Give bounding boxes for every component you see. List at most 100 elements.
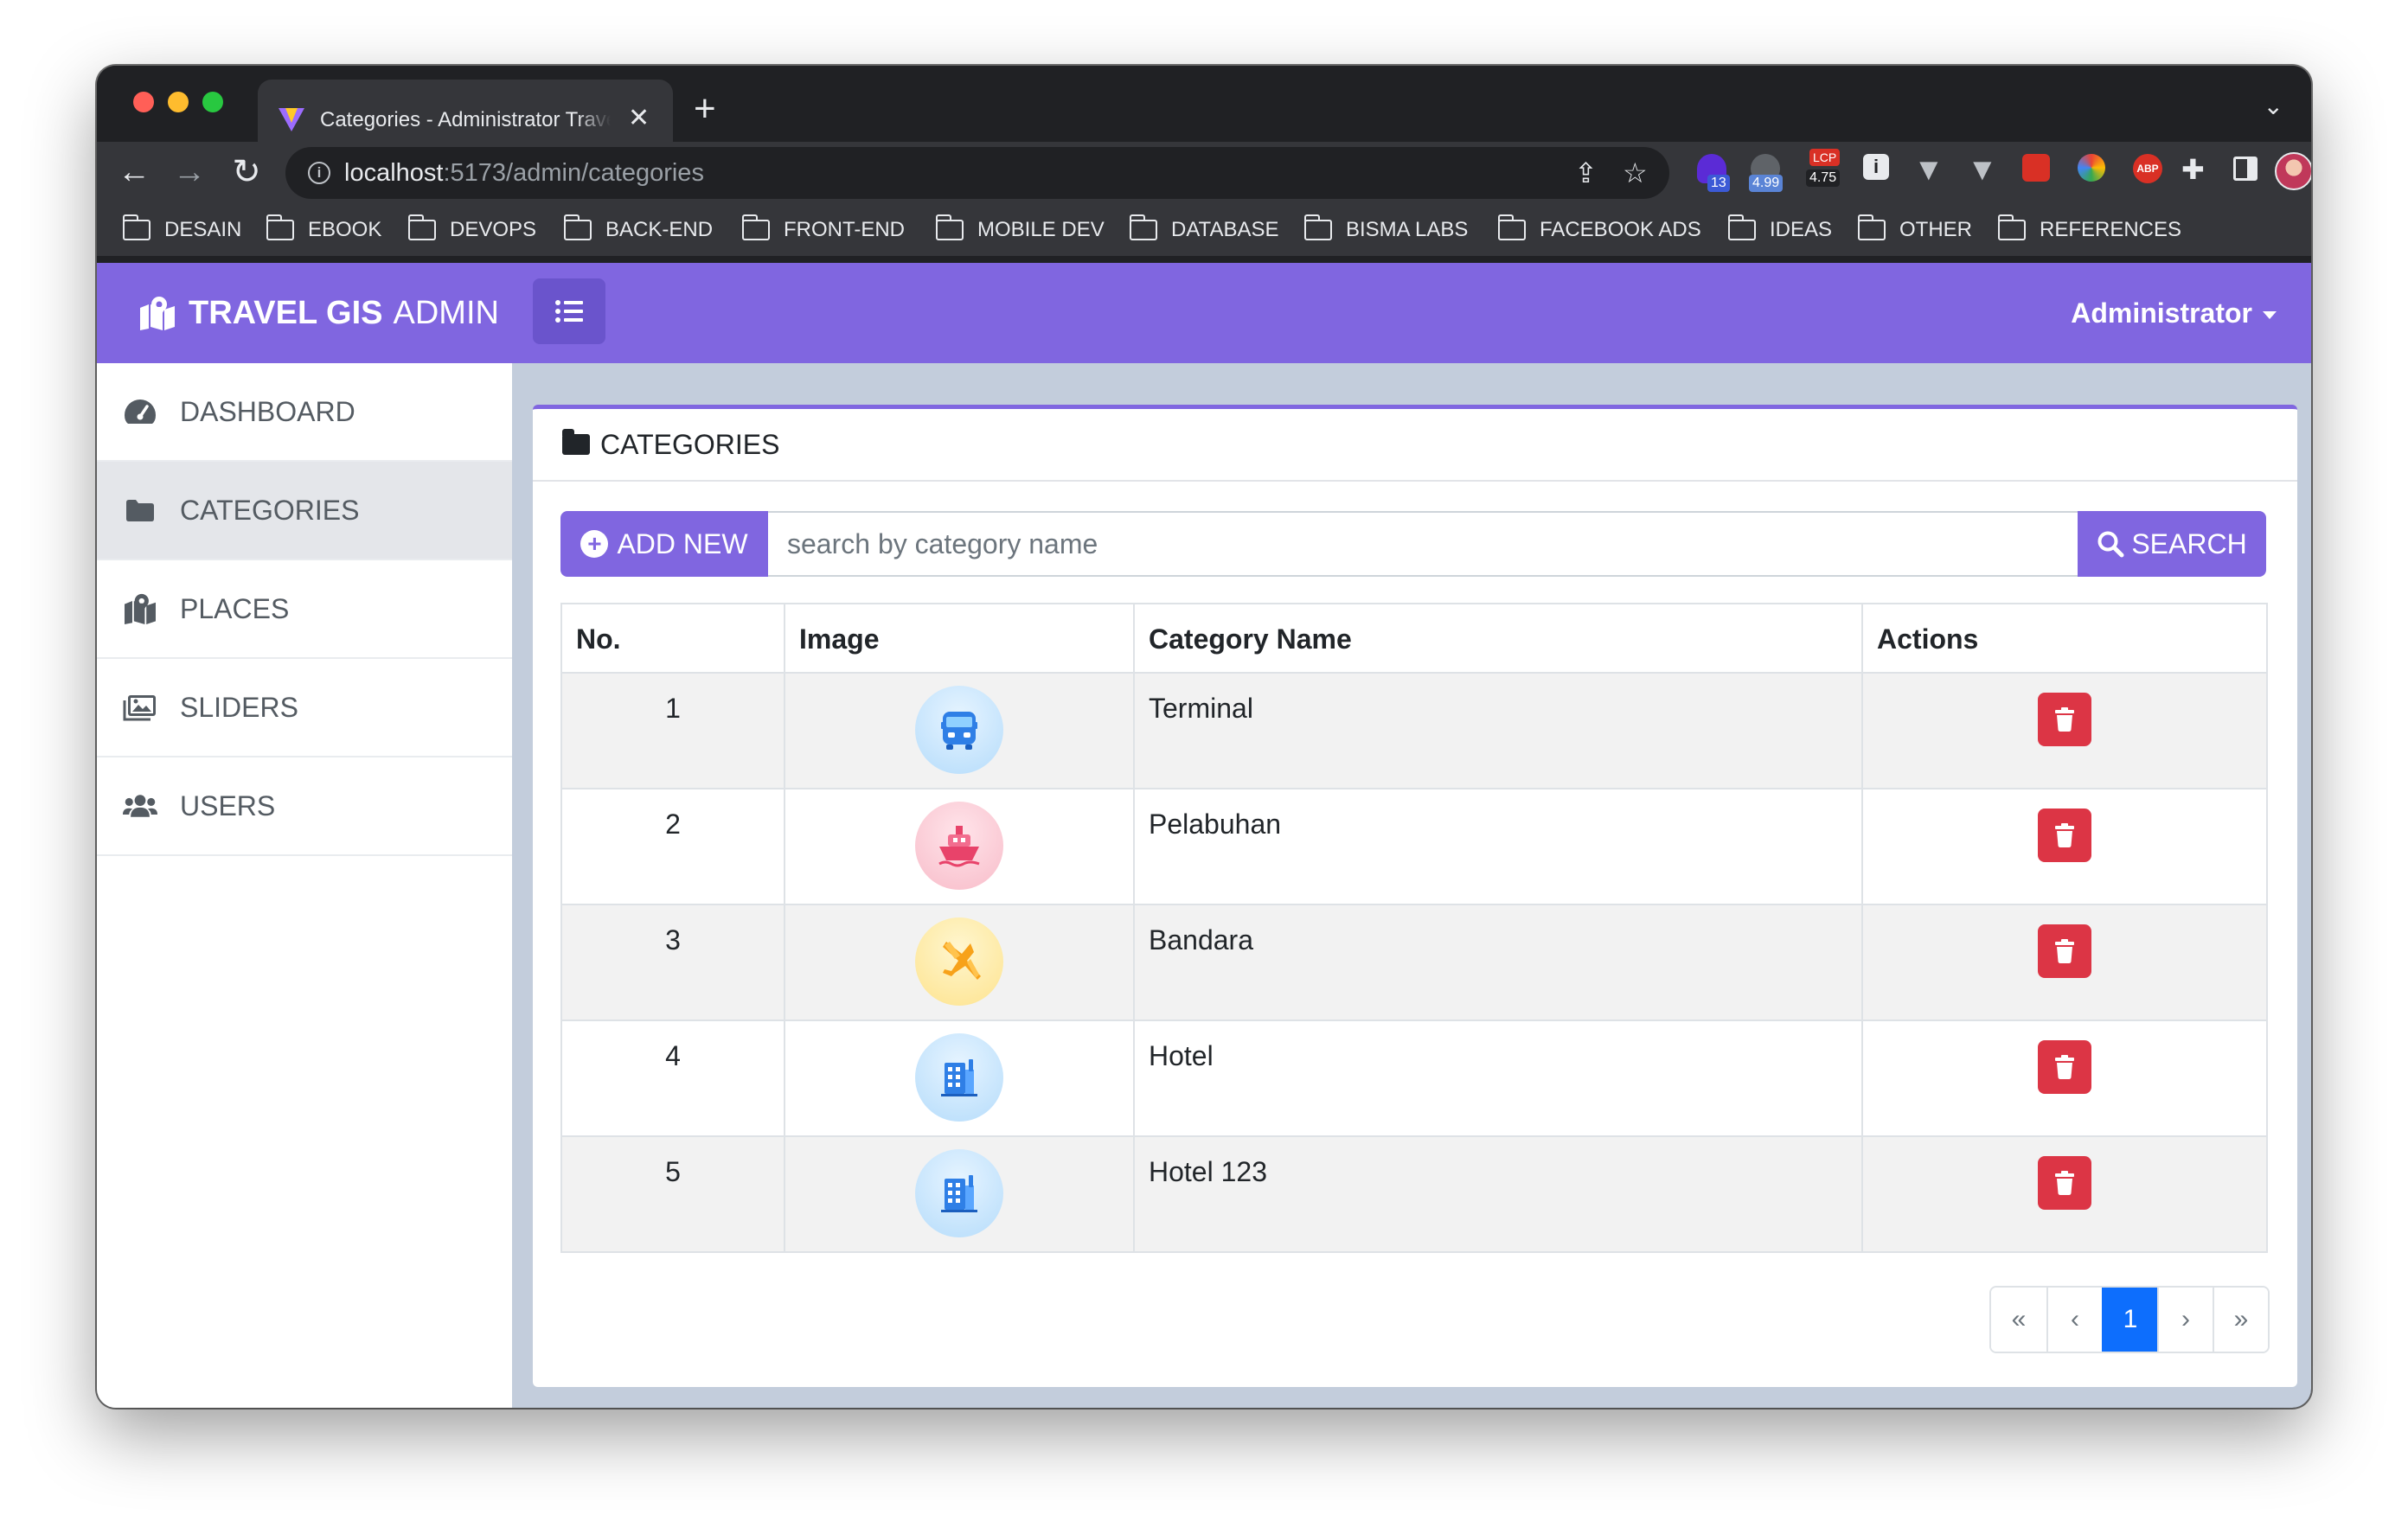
browser-window: Categories - Administrator Travel GIS ✕ … xyxy=(97,66,2311,1408)
bookmark-folder[interactable]: IDEAS xyxy=(1727,211,1832,249)
folder-icon xyxy=(1727,214,1756,240)
row-image xyxy=(784,904,1135,1021)
categories-table: No. Image Category Name Actions 1 Termin… xyxy=(560,603,2268,1253)
user-dropdown[interactable]: Administrator xyxy=(2071,296,2277,330)
extension-red-icon[interactable] xyxy=(2022,154,2050,192)
close-window-button[interactable] xyxy=(133,92,154,112)
folder-icon xyxy=(935,214,964,240)
vite-favicon-icon xyxy=(279,108,304,131)
profile-avatar[interactable] xyxy=(2275,152,2311,190)
adblock-plus-icon[interactable]: ABP xyxy=(2133,154,2162,192)
tab-search-chevron-icon[interactable]: ⌄ xyxy=(2264,92,2283,120)
new-tab-button[interactable]: + xyxy=(694,86,716,131)
share-icon[interactable]: ⇪ xyxy=(1574,156,1598,190)
page-viewport: TRAVEL GIS ADMIN Administrator DASHBOARD xyxy=(97,263,2311,1408)
close-tab-icon[interactable]: ✕ xyxy=(628,104,650,133)
hotel-icon xyxy=(915,1149,1003,1237)
brand-logo[interactable]: TRAVEL GIS ADMIN xyxy=(138,292,499,334)
site-info-icon[interactable]: i xyxy=(308,162,330,184)
vue-devtools-icon[interactable]: ▼ xyxy=(1913,154,1944,192)
bookmark-folder[interactable]: FRONT-END xyxy=(741,211,905,249)
folder-icon xyxy=(123,495,157,526)
url-text[interactable]: localhost:5173/admin/categories xyxy=(344,158,704,188)
bookmark-star-icon[interactable]: ☆ xyxy=(1623,156,1648,190)
maximize-window-button[interactable] xyxy=(202,92,223,112)
row-category-name: Pelabuhan xyxy=(1133,788,1863,905)
sidebar-item-categories[interactable]: CATEGORIES xyxy=(97,462,512,560)
sidebar-toggle-button[interactable] xyxy=(533,278,605,344)
trash-icon xyxy=(2055,939,2074,963)
forward-arrow-icon[interactable]: → xyxy=(168,150,211,194)
card-title: CATEGORIES xyxy=(600,428,780,460)
delete-button[interactable] xyxy=(2038,809,2091,862)
info-extension-icon[interactable]: i xyxy=(1863,154,1889,192)
row-image xyxy=(784,1135,1135,1253)
table-row: 3 Bandara xyxy=(560,904,2268,1021)
brand-suffix: ADMIN xyxy=(393,295,499,331)
categories-card: CATEGORIES + ADD NEW SEARCH No. xyxy=(533,405,2297,1387)
extension-2-icon[interactable]: 4.99 xyxy=(1749,154,1784,192)
delete-button[interactable] xyxy=(2038,924,2091,978)
folder-icon xyxy=(1129,214,1157,240)
table-header-row: No. Image Category Name Actions xyxy=(560,603,2268,674)
map-marked-icon xyxy=(140,297,175,330)
bookmark-folder[interactable]: EBOOK xyxy=(266,211,381,249)
extension-colorful-icon[interactable] xyxy=(2078,154,2105,192)
images-icon xyxy=(123,692,157,723)
page-prev-button[interactable]: ‹ xyxy=(2046,1288,2102,1352)
table-row: 2 Pelabuhan xyxy=(560,788,2268,905)
sidebar-item-sliders[interactable]: SLIDERS xyxy=(97,659,512,757)
side-panel-icon[interactable] xyxy=(2233,154,2258,192)
search-icon xyxy=(2097,531,2124,558)
delete-button[interactable] xyxy=(2038,693,2091,746)
tab-title: Categories - Administrator Travel GIS xyxy=(320,105,611,135)
row-image xyxy=(784,1019,1135,1137)
header-image: Image xyxy=(784,603,1135,674)
bookmark-folder[interactable]: OTHER xyxy=(1857,211,1972,249)
back-arrow-icon[interactable]: ← xyxy=(112,150,156,194)
minimize-window-button[interactable] xyxy=(168,92,189,112)
folder-icon xyxy=(122,214,150,240)
row-number: 2 xyxy=(560,788,785,905)
bookmark-folder[interactable]: BISMA LABS xyxy=(1303,211,1468,249)
page-current-button[interactable]: 1 xyxy=(2102,1288,2157,1352)
folder-icon xyxy=(1997,214,2026,240)
header-no: No. xyxy=(560,603,785,674)
add-new-button[interactable]: + ADD NEW xyxy=(560,511,768,577)
folder-icon xyxy=(407,214,436,240)
reload-icon[interactable]: ↻ xyxy=(225,150,268,194)
search-row: + ADD NEW SEARCH xyxy=(560,511,2266,577)
folder-icon xyxy=(741,214,770,240)
bookmark-folder[interactable]: REFERENCES xyxy=(1997,211,2181,249)
ship-icon xyxy=(915,802,1003,890)
page-next-button[interactable]: › xyxy=(2157,1288,2213,1352)
header-category-name: Category Name xyxy=(1133,603,1863,674)
vue-devtools-2-icon[interactable]: ▼ xyxy=(1967,154,1998,192)
bookmark-folder[interactable]: DATABASE xyxy=(1129,211,1278,249)
sidebar-item-places[interactable]: PLACES xyxy=(97,560,512,659)
bookmark-folder[interactable]: DEVOPS xyxy=(407,211,536,249)
extension-1-icon[interactable]: 13 xyxy=(1697,154,1730,192)
bookmark-folder[interactable]: MOBILE DEV xyxy=(935,211,1105,249)
row-image xyxy=(784,788,1135,905)
page-first-button[interactable]: « xyxy=(1991,1288,2046,1352)
delete-button[interactable] xyxy=(2038,1156,2091,1210)
search-input[interactable] xyxy=(768,511,2078,577)
sidebar-item-dashboard[interactable]: DASHBOARD xyxy=(97,363,512,462)
bookmark-folder[interactable]: DESAIN xyxy=(122,211,241,249)
plus-circle-icon: + xyxy=(580,530,609,558)
pagination: « ‹ 1 › » xyxy=(1989,1286,2270,1353)
delete-button[interactable] xyxy=(2038,1040,2091,1094)
table-row: 1 Terminal xyxy=(560,672,2268,789)
address-bar[interactable]: i localhost:5173/admin/categories ⇪ ☆ xyxy=(285,147,1669,199)
bookmark-folder[interactable]: BACK-END xyxy=(563,211,713,249)
sidebar-item-users[interactable]: USERS xyxy=(97,757,512,856)
extensions-puzzle-icon[interactable]: ✚ xyxy=(2181,154,2205,192)
row-category-name: Hotel 123 xyxy=(1133,1135,1863,1253)
page-last-button[interactable]: » xyxy=(2213,1288,2268,1352)
folder-icon xyxy=(1303,214,1332,240)
bookmark-folder[interactable]: FACEBOOK ADS xyxy=(1497,211,1701,249)
search-button[interactable]: SEARCH xyxy=(2078,511,2266,577)
row-actions xyxy=(1861,788,2268,905)
folder-icon xyxy=(1857,214,1886,240)
